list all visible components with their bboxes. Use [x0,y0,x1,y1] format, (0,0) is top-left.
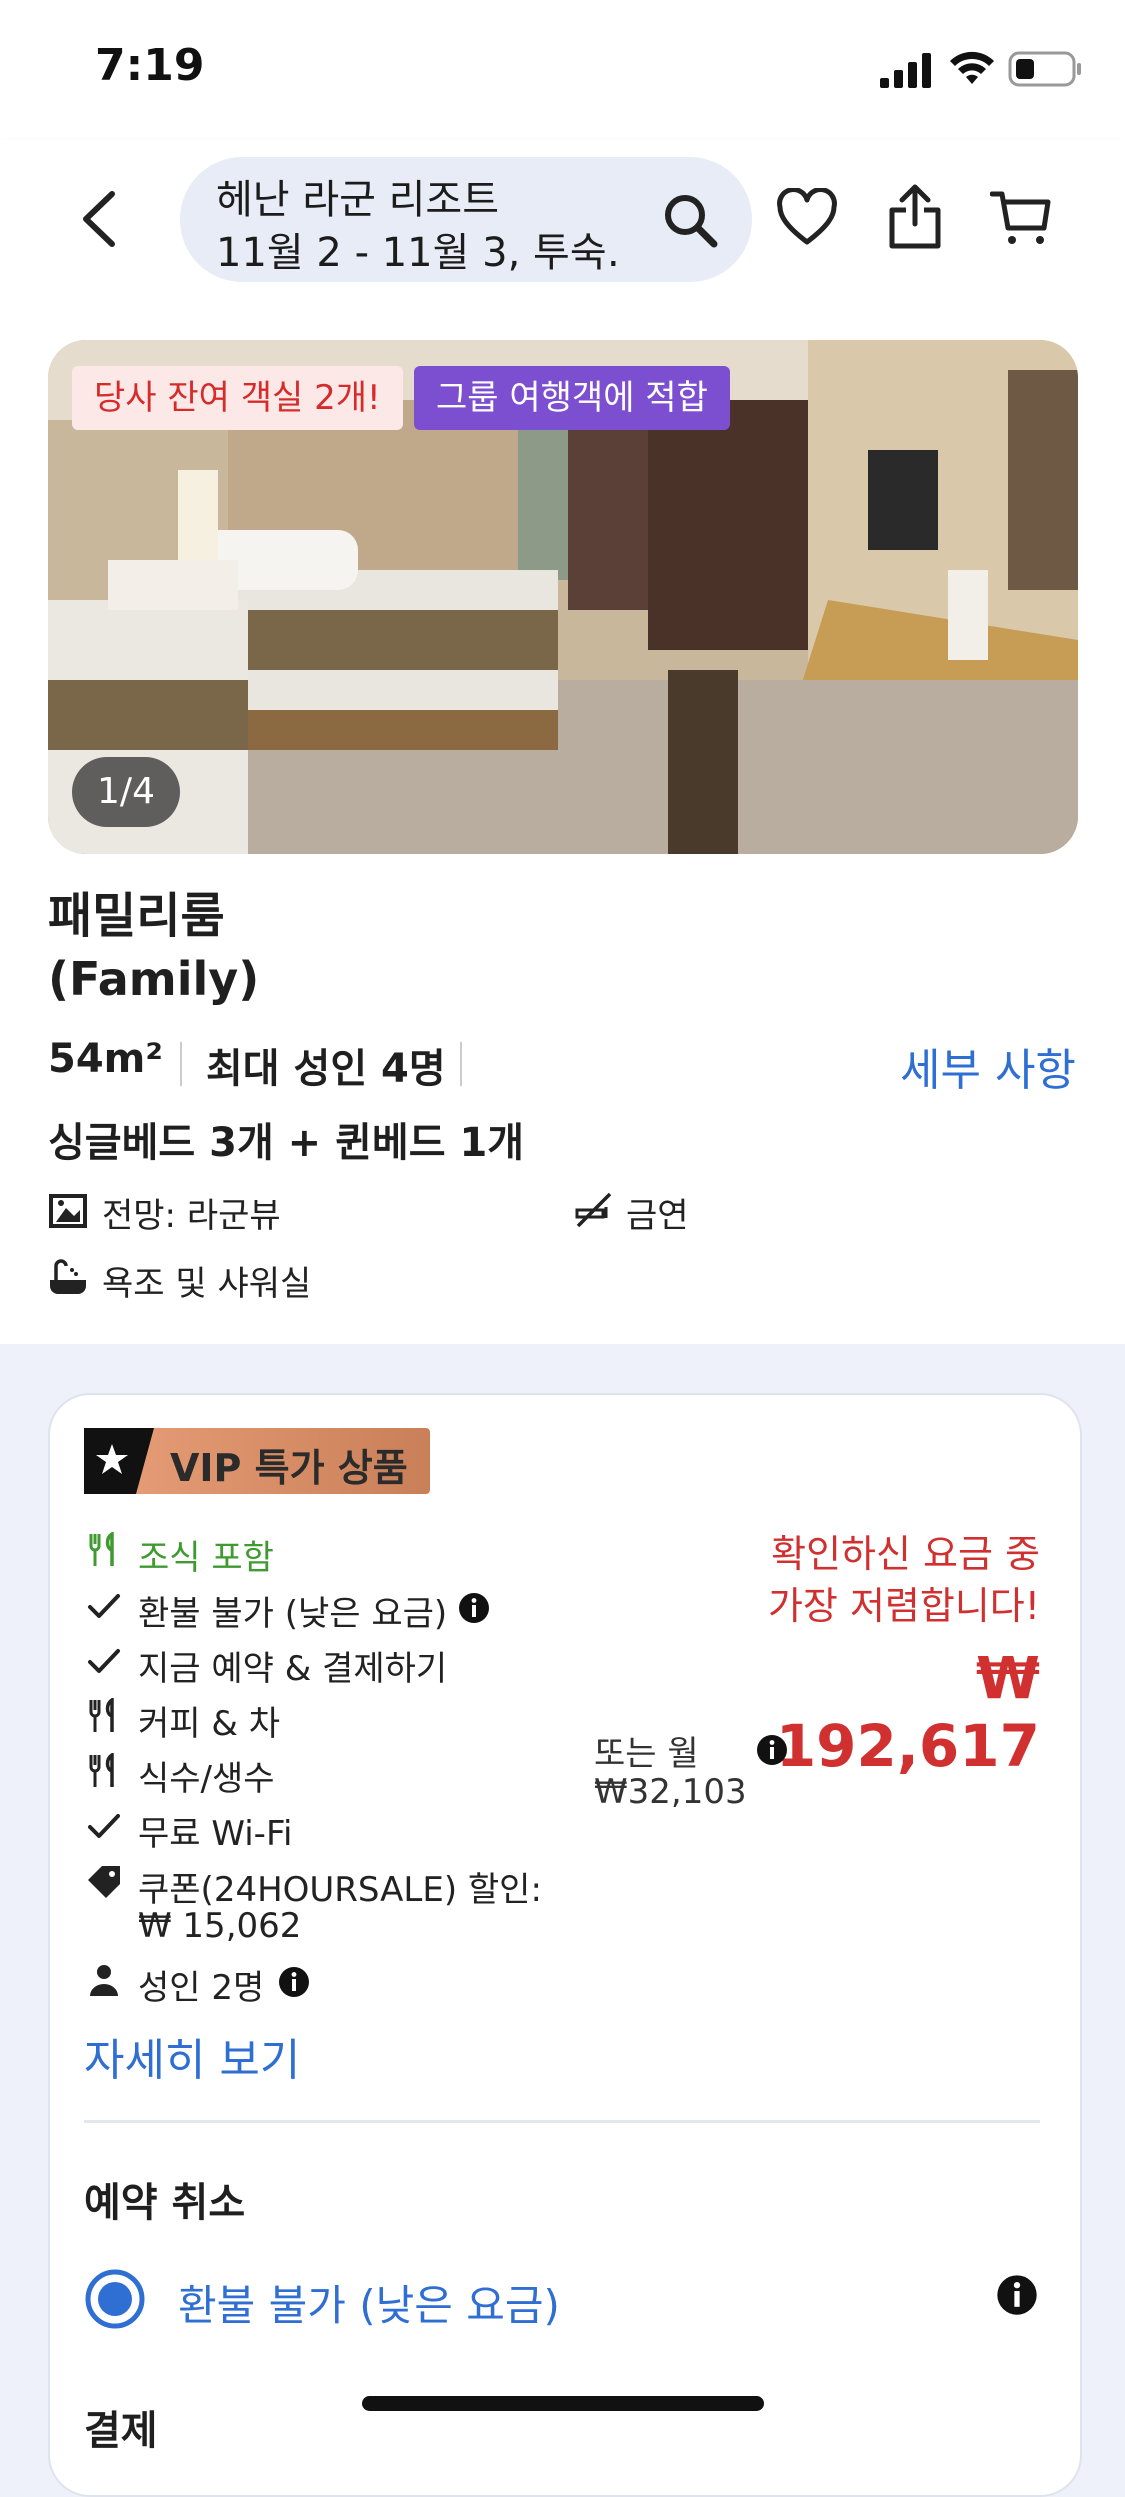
person-icon [90,1965,118,1996]
room-details-link[interactable]: 세부 사항 [900,1034,1076,1098]
signal-icon [880,53,931,88]
bathtub-shower-icon [50,1259,86,1294]
tag-icon [88,1866,120,1898]
cancellation-radio[interactable] [84,2268,146,2330]
room-title: 패밀리룸 [48,888,225,944]
divider [460,1042,462,1086]
back-button[interactable] [74,188,124,250]
inclusion-coupon: 쿠폰(24HOURSALE) 할인: [138,1870,542,1910]
room-capacity: 최대 성인 4명 [206,1046,446,1092]
fork-knife-icon [89,1753,114,1787]
inclusion-pay-now: 지금 예약 & 결제하기 [138,1649,448,1689]
no-smoking-icon [575,1192,612,1228]
inclusion-coffee: 커피 & 차 [138,1704,280,1744]
price-note-line2: 가장 저렴합니다! [767,1584,1040,1628]
inclusion-water: 식수/생수 [138,1759,275,1799]
share-icon[interactable] [886,182,944,252]
view-details-link[interactable]: 자세히 보기 [84,2024,300,2088]
feature-view: 전망: 라군뷰 [102,1196,281,1236]
inclusion-coupon-amount: ₩ 15,062 [138,1906,302,1946]
feature-non-smoking: 금연 [626,1196,689,1236]
monthly-label: 또는 월 [594,1734,699,1774]
status-time: 7:19 [95,40,205,91]
view-icon [49,1194,87,1228]
vip-label: VIP 특가 상품 [170,1446,408,1490]
price: ₩ 192,617 [775,1644,1040,1780]
heart-icon[interactable] [776,188,838,248]
inclusion-adults: 성인 2명 [138,1968,265,2008]
photo-counter: 1/4 [72,757,180,827]
cancellation-heading: 예약 취소 [84,2180,246,2226]
battery-icon [1008,51,1081,87]
fork-knife-icon [89,1698,114,1732]
divider [180,1042,182,1086]
search-title: 헤난 라군 리조트 [216,177,500,223]
search-subtitle: 11월 2 - 11월 3, 투숙… [216,230,616,276]
room-size: 54m² [48,1036,163,1082]
inclusion-nonrefundable: 환불 불가 (낮은 요금) [138,1594,448,1634]
info-icon[interactable] [756,1734,788,1766]
inclusion-breakfast: 조식 포함 [138,1538,274,1578]
divider [84,2120,1040,2123]
rooms-left-badge: 당사 잔여 객실 2개! [72,366,403,430]
group-travel-badge: 그룹 여행객에 적합 [414,366,730,430]
info-icon[interactable] [278,1966,310,1998]
info-icon[interactable] [458,1592,490,1624]
cart-icon[interactable] [990,190,1052,248]
price-note-line1: 확인하신 요금 중 [771,1532,1040,1576]
inclusion-wifi: 무료 Wi-Fi [138,1814,293,1854]
cancellation-option-label[interactable]: 환불 불가 (낮은 요금) [178,2272,560,2333]
fork-knife-icon [89,1532,114,1566]
search-icon[interactable] [660,190,720,250]
wifi-icon [950,51,994,84]
check-icon [88,1649,120,1673]
home-indicator [362,2396,764,2411]
info-icon[interactable] [996,2274,1038,2316]
room-beds: 싱글베드 3개 + 퀸베드 1개 [48,1120,525,1166]
payment-heading: 결제 [84,2408,158,2454]
room-subtitle: (Family) [48,952,260,1006]
feature-bath: 욕조 및 샤워실 [102,1264,312,1304]
lowest-price-note: 확인하신 요금 중 가장 저렴합니다! [700,1528,1040,1632]
check-icon [88,1814,120,1838]
monthly-value: ₩32,103 [594,1772,747,1812]
check-icon [88,1594,120,1618]
